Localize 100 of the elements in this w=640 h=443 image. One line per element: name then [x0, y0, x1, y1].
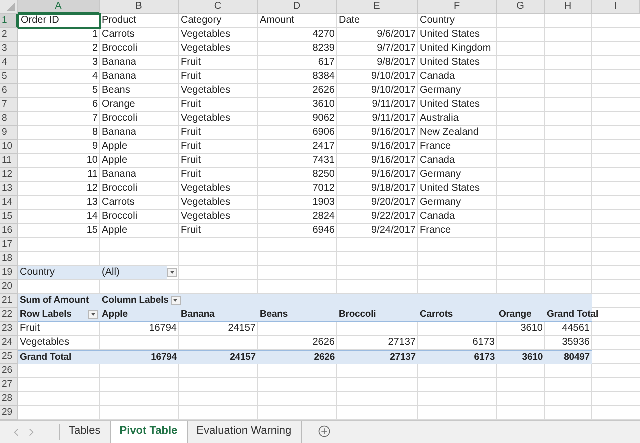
- table-cell-text: 3: [91, 56, 99, 69]
- row-header[interactable]: 23: [0, 322, 18, 336]
- table-cell-text: Germany: [419, 168, 462, 181]
- table-cell-text: Canada: [419, 154, 456, 167]
- table-cell-text: 6906: [312, 126, 336, 139]
- table-cell-text: 6173: [472, 336, 496, 349]
- row-header[interactable]: 17: [0, 238, 18, 252]
- table-cell-text: 80497: [563, 351, 591, 364]
- add-sheet-icon[interactable]: [318, 425, 331, 438]
- table-cell-text: Vegetables: [180, 210, 232, 223]
- table-cell-text: 6173: [473, 351, 496, 364]
- table-cell-text: Column Labels: [101, 294, 170, 307]
- filter-button[interactable]: [167, 268, 177, 277]
- row-header[interactable]: 18: [0, 252, 18, 266]
- column-header[interactable]: G: [497, 0, 545, 14]
- row-header[interactable]: 20: [0, 280, 18, 294]
- row-header[interactable]: 29: [0, 406, 18, 420]
- row-header[interactable]: 25: [0, 350, 18, 364]
- table-cell-text: France: [419, 224, 452, 237]
- table-cell-text: 8384: [312, 70, 336, 83]
- table-cell-text: Germany: [419, 196, 462, 209]
- table-cell-text: 9/6/2017: [376, 28, 417, 41]
- filter-button[interactable]: [88, 310, 98, 319]
- sheet-tab[interactable]: Pivot Table: [110, 421, 188, 443]
- filter-button[interactable]: [170, 296, 181, 305]
- row-header[interactable]: 27: [0, 378, 18, 392]
- table-cell-text: Product: [101, 14, 138, 27]
- table-cell-text: Apple: [101, 308, 129, 321]
- column-header[interactable]: C: [179, 0, 258, 14]
- table-cell-text: 2824: [312, 210, 336, 223]
- table-cell-text: 9/10/2017: [370, 84, 417, 97]
- row-header[interactable]: 21: [0, 294, 18, 308]
- table-cell-text: Category: [180, 14, 223, 27]
- row-header[interactable]: 22: [0, 308, 18, 322]
- row-header[interactable]: 10: [0, 140, 18, 154]
- table-cell-text: Country: [419, 14, 456, 27]
- column-header[interactable]: H: [545, 0, 592, 14]
- row-header[interactable]: 1: [0, 14, 18, 28]
- row-header[interactable]: 26: [0, 364, 18, 378]
- table-cell-text: 8: [91, 126, 99, 139]
- table-cell-text: Amount: [259, 14, 296, 27]
- table-cell-text: 6946: [312, 224, 336, 237]
- table-cell-text: 9/18/2017: [370, 182, 417, 195]
- table-cell-text: Banana: [180, 308, 216, 321]
- table-cell-text: 2417: [312, 140, 336, 153]
- table-cell-text: 8239: [312, 42, 336, 55]
- table-cell-text: 35936: [561, 336, 591, 349]
- column-header[interactable]: A: [18, 0, 100, 14]
- table-cell-text: 15: [86, 224, 99, 237]
- table-cell-text: 1: [91, 28, 99, 41]
- sheet-tab[interactable]: Evaluation Warning: [188, 421, 302, 443]
- table-cell-text: Canada: [419, 210, 456, 223]
- row-header[interactable]: 11: [0, 154, 18, 168]
- table-cell-text: 11: [86, 168, 99, 181]
- table-cell-text: 3610: [520, 322, 544, 335]
- row-header[interactable]: 13: [0, 182, 18, 196]
- table-cell-text: 16794: [148, 322, 178, 335]
- row-header[interactable]: 16: [0, 224, 18, 238]
- row-header[interactable]: 15: [0, 210, 18, 224]
- caret-icon: [173, 299, 178, 302]
- table-cell-text: Fruit: [180, 56, 202, 69]
- row-header[interactable]: 7: [0, 98, 18, 112]
- table-cell-text: 2626: [313, 351, 336, 364]
- column-header[interactable]: E: [337, 0, 418, 14]
- table-cell-text: 7: [91, 112, 99, 125]
- table-cell-text: United States: [419, 28, 482, 41]
- table-cell-text: Carrots: [419, 308, 454, 321]
- column-header[interactable]: F: [418, 0, 497, 14]
- table-cell-text: Vegetables: [180, 84, 232, 97]
- table-cell-text: France: [419, 140, 452, 153]
- row-header[interactable]: 8: [0, 112, 18, 126]
- row-header[interactable]: 6: [0, 84, 18, 98]
- column-header[interactable]: I: [592, 0, 640, 14]
- row-header[interactable]: 2: [0, 28, 18, 42]
- row-header[interactable]: 28: [0, 392, 18, 406]
- row-header[interactable]: 12: [0, 168, 18, 182]
- row-header[interactable]: 4: [0, 56, 18, 70]
- table-cell-text: 9/10/2017: [370, 70, 417, 83]
- table-cell-text: Fruit: [19, 322, 41, 335]
- table-cell-text: 16794: [150, 351, 178, 364]
- table-cell-text: 27137: [389, 351, 417, 364]
- table-cell-text: Grand Total: [546, 308, 600, 321]
- table-cell-text: 9/16/2017: [370, 154, 417, 167]
- table-cell-text: Beans: [101, 84, 132, 97]
- table-cell-text: 9/16/2017: [370, 168, 417, 181]
- table-cell-text: 14: [86, 210, 99, 223]
- row-header[interactable]: 19: [0, 266, 18, 280]
- column-header[interactable]: D: [258, 0, 337, 14]
- row-header[interactable]: 3: [0, 42, 18, 56]
- row-header[interactable]: 5: [0, 70, 18, 84]
- table-cell-text: New Zealand: [419, 126, 480, 139]
- row-header[interactable]: 14: [0, 196, 18, 210]
- row-header[interactable]: 24: [0, 336, 18, 350]
- table-cell-text: 9062: [312, 112, 336, 125]
- table-cell-text: 7012: [312, 182, 336, 195]
- row-header[interactable]: 9: [0, 126, 18, 140]
- column-header[interactable]: B: [100, 0, 179, 14]
- table-cell-text: Row Labels: [19, 308, 73, 321]
- table-cell-text: Germany: [419, 84, 462, 97]
- caret-icon: [170, 271, 174, 274]
